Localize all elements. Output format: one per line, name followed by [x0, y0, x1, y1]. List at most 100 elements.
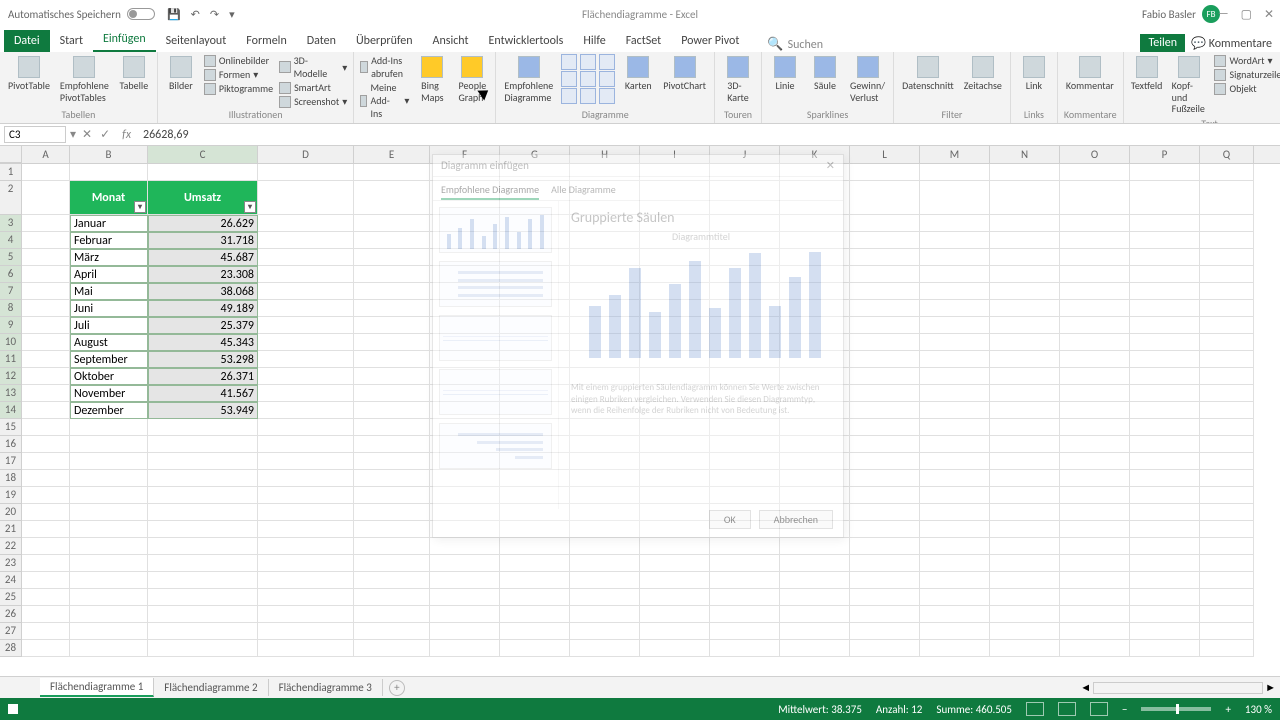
cell-B23[interactable] — [70, 555, 148, 572]
cell-Q16[interactable] — [1200, 436, 1254, 453]
row-header-19[interactable]: 19 — [0, 487, 22, 504]
cell-H27[interactable] — [570, 623, 640, 640]
column-header-D[interactable]: D — [258, 146, 354, 163]
cell-E8[interactable] — [354, 300, 430, 317]
cell-B13[interactable]: November — [70, 385, 148, 402]
cell-P9[interactable] — [1130, 317, 1200, 334]
cell-Q2[interactable] — [1200, 181, 1254, 215]
cell-G23[interactable] — [500, 555, 570, 572]
cell-M2[interactable] — [920, 181, 990, 215]
cell-P25[interactable] — [1130, 589, 1200, 606]
cell-B27[interactable] — [70, 623, 148, 640]
cell-D21[interactable] — [258, 521, 354, 538]
pivotchart-button[interactable]: PivotChart — [661, 54, 708, 94]
cell-G27[interactable] — [500, 623, 570, 640]
wordart-button[interactable]: WordArt▾ — [1214, 54, 1280, 67]
cell-L7[interactable] — [850, 283, 920, 300]
people-graph-button[interactable]: People Graph — [455, 54, 489, 105]
cell-B1[interactable] — [70, 164, 148, 181]
sheet-tab-3[interactable]: Flächendiagramme 3 — [269, 679, 383, 696]
cell-P11[interactable] — [1130, 351, 1200, 368]
my-addins-button[interactable]: Meine Add-Ins▾ — [360, 81, 409, 120]
link-button[interactable]: Link — [1017, 54, 1051, 94]
cell-J28[interactable] — [710, 640, 780, 657]
cell-P17[interactable] — [1130, 453, 1200, 470]
cell-K23[interactable] — [780, 555, 850, 572]
row-header-4[interactable]: 4 — [0, 232, 22, 249]
row-header-27[interactable]: 27 — [0, 623, 22, 640]
cell-E5[interactable] — [354, 249, 430, 266]
cell-M10[interactable] — [920, 334, 990, 351]
cell-B18[interactable] — [70, 470, 148, 487]
user-account[interactable]: Fabio Basler FB — [1142, 5, 1220, 23]
cell-A26[interactable] — [22, 606, 70, 623]
cell-P18[interactable] — [1130, 470, 1200, 487]
accept-formula-icon[interactable]: ✓ — [100, 127, 110, 142]
cell-P8[interactable] — [1130, 300, 1200, 317]
recommended-charts-button[interactable]: Empfohlene Diagramme — [502, 54, 555, 105]
cell-M18[interactable] — [920, 470, 990, 487]
cell-Q1[interactable] — [1200, 164, 1254, 181]
cell-F23[interactable] — [430, 555, 500, 572]
cell-D15[interactable] — [258, 419, 354, 436]
table-button[interactable]: Tabelle — [117, 54, 151, 94]
cell-J23[interactable] — [710, 555, 780, 572]
cell-C24[interactable] — [148, 572, 258, 589]
tab-dev[interactable]: Entwicklertools — [479, 30, 574, 52]
cell-Q11[interactable] — [1200, 351, 1254, 368]
dialog-tab-all[interactable]: Alle Diagramme — [551, 181, 616, 200]
column-header-C[interactable]: C — [148, 146, 258, 163]
tell-me-search[interactable]: 🔍Suchen — [767, 37, 823, 52]
cell-C22[interactable] — [148, 538, 258, 555]
cell-B19[interactable] — [70, 487, 148, 504]
bing-maps-button[interactable]: Bing Maps — [415, 54, 449, 105]
thumb-list[interactable] — [439, 261, 552, 307]
cell-K25[interactable] — [780, 589, 850, 606]
cell-B8[interactable]: Juni — [70, 300, 148, 317]
cell-P27[interactable] — [1130, 623, 1200, 640]
cell-M5[interactable] — [920, 249, 990, 266]
cell-P13[interactable] — [1130, 385, 1200, 402]
cell-O14[interactable] — [1060, 402, 1130, 419]
cell-B17[interactable] — [70, 453, 148, 470]
cell-Q3[interactable] — [1200, 215, 1254, 232]
cell-Q8[interactable] — [1200, 300, 1254, 317]
cell-A24[interactable] — [22, 572, 70, 589]
cell-P15[interactable] — [1130, 419, 1200, 436]
cell-N20[interactable] — [990, 504, 1060, 521]
cell-B12[interactable]: Oktober — [70, 368, 148, 385]
cell-N6[interactable] — [990, 266, 1060, 283]
toggle-icon[interactable] — [127, 8, 155, 20]
cell-P1[interactable] — [1130, 164, 1200, 181]
cell-P24[interactable] — [1130, 572, 1200, 589]
cell-B20[interactable] — [70, 504, 148, 521]
cell-A11[interactable] — [22, 351, 70, 368]
cell-K24[interactable] — [780, 572, 850, 589]
thumb-funnel[interactable] — [439, 423, 552, 469]
cell-L18[interactable] — [850, 470, 920, 487]
cell-L5[interactable] — [850, 249, 920, 266]
fx-icon[interactable]: fx — [116, 128, 137, 142]
row-header-26[interactable]: 26 — [0, 606, 22, 623]
sparkline-column-button[interactable]: Säule — [808, 54, 842, 94]
cell-J22[interactable] — [710, 538, 780, 555]
cell-E7[interactable] — [354, 283, 430, 300]
column-header-M[interactable]: M — [920, 146, 990, 163]
cell-Q18[interactable] — [1200, 470, 1254, 487]
formula-value[interactable]: 26628,69 — [137, 128, 189, 142]
cell-C13[interactable]: 41.567 — [148, 385, 258, 402]
maps-button[interactable]: Karten — [621, 54, 655, 94]
cell-M8[interactable] — [920, 300, 990, 317]
cell-O4[interactable] — [1060, 232, 1130, 249]
dialog-close-icon[interactable]: ✕ — [826, 159, 835, 172]
cell-O19[interactable] — [1060, 487, 1130, 504]
undo-icon[interactable]: ↶ — [191, 8, 200, 21]
cell-N21[interactable] — [990, 521, 1060, 538]
view-normal-icon[interactable] — [1026, 702, 1044, 716]
cell-J24[interactable] — [710, 572, 780, 589]
cell-L15[interactable] — [850, 419, 920, 436]
cell-A9[interactable] — [22, 317, 70, 334]
cell-D5[interactable] — [258, 249, 354, 266]
row-header-28[interactable]: 28 — [0, 640, 22, 657]
cell-O13[interactable] — [1060, 385, 1130, 402]
